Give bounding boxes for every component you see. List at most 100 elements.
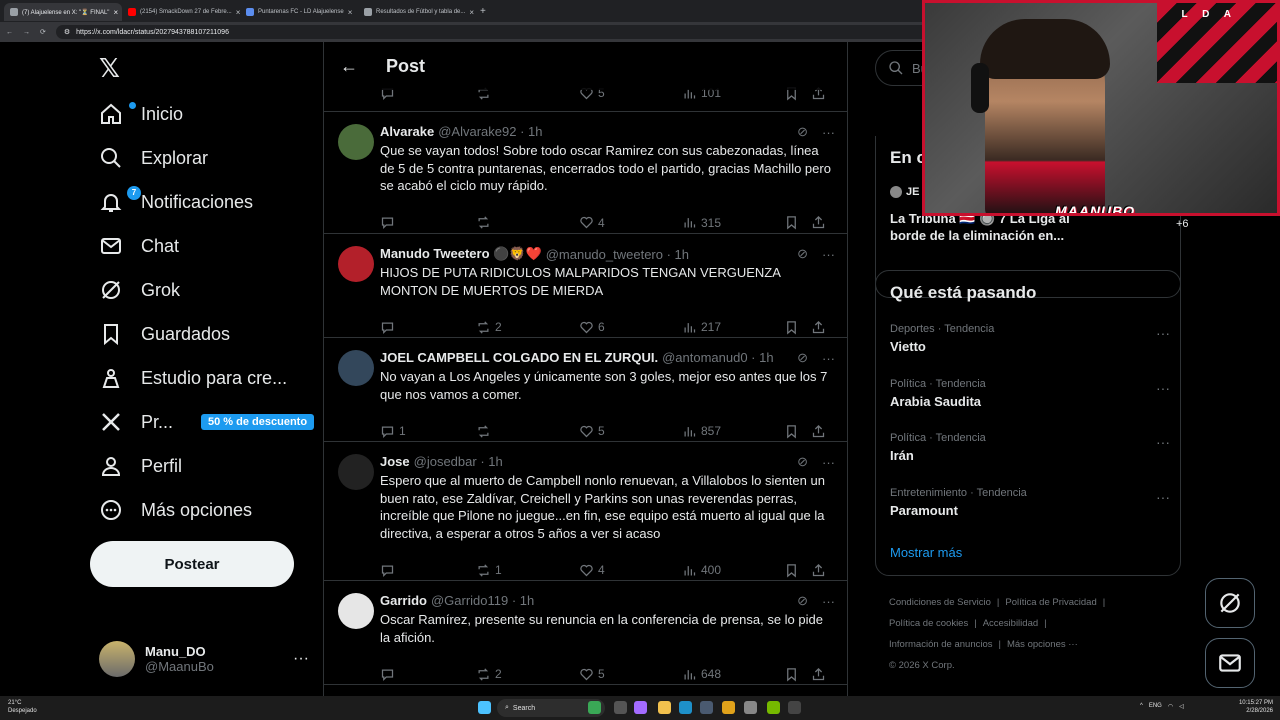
reply-tweet[interactable]: Garrido @Garrido119 · 1h ⊘ ··· Oscar Ramírez… (324, 581, 847, 685)
retweet-button[interactable] (476, 215, 495, 230)
bookmark-button[interactable] (784, 667, 799, 682)
retweet-button[interactable] (476, 424, 495, 439)
author-handle[interactable]: @josedbar · 1h (414, 454, 503, 469)
footer-link[interactable]: | (974, 618, 976, 629)
grok-icon[interactable]: ⊘ (797, 350, 808, 366)
tray-lang[interactable]: ENG (1149, 703, 1162, 710)
wifi-icon[interactable]: ◠ (1168, 703, 1173, 710)
nav-item-estudio-para-cre[interactable]: Estudio para cre... (99, 358, 287, 398)
like-button[interactable]: 4 (579, 563, 605, 578)
like-button[interactable]: 5 (579, 424, 605, 439)
grok-icon[interactable]: ⊘ (797, 246, 808, 262)
steam-icon[interactable] (700, 701, 713, 714)
nav-item-explorar[interactable]: Explorar (99, 138, 208, 178)
footer-link[interactable]: Política de cookies (889, 618, 968, 629)
more-icon[interactable]: ··· (822, 247, 835, 262)
grok-icon[interactable]: ⊘ (797, 124, 808, 140)
weather-widget[interactable]: 21°C Despejado (8, 699, 37, 715)
more-icon[interactable]: ··· (822, 455, 835, 470)
footer-link[interactable]: Más opciones ··· (1007, 639, 1078, 650)
like-button[interactable]: 5 (579, 667, 605, 682)
more-icon[interactable]: ··· (1156, 380, 1170, 396)
file-explorer-icon[interactable] (658, 701, 671, 714)
back-arrow-icon[interactable]: ← (6, 29, 13, 36)
volume-icon[interactable]: ◁ (1179, 703, 1184, 710)
footer-link[interactable]: Condiciones de Servicio (889, 597, 991, 608)
bookmark-button[interactable] (784, 320, 799, 335)
browser-tab[interactable]: (2154) SmackDown 27 de Febre... × (122, 3, 240, 21)
obs-icon[interactable] (788, 701, 801, 714)
more-icon[interactable]: ··· (293, 650, 309, 668)
x-logo-icon[interactable]: 𝕏 (99, 54, 120, 84)
retweet-button[interactable]: 1 (476, 563, 502, 578)
close-icon[interactable]: × (113, 8, 118, 17)
nav-item-grok[interactable]: Grok (99, 270, 180, 310)
like-button[interactable]: 6 (579, 320, 605, 335)
close-icon[interactable]: × (348, 8, 353, 17)
views-button[interactable]: 315 (682, 215, 721, 230)
reply-button[interactable] (380, 320, 399, 335)
reply-button[interactable] (380, 563, 399, 578)
reply-tweet[interactable]: Alvarake @Alvarake92 · 1h ⊘ ··· Que se vayan… (324, 112, 847, 234)
avatar[interactable] (338, 124, 374, 160)
grok-icon[interactable]: ⊘ (797, 454, 808, 470)
author-name[interactable]: Manudo Tweetero ⚫🦁❤️ (380, 246, 542, 262)
show-more-link[interactable]: Mostrar más (890, 545, 962, 560)
nav-item-inicio[interactable]: Inicio (99, 94, 183, 134)
footer-link[interactable]: | (1044, 618, 1046, 629)
browser-tab[interactable]: Resultados de Fútbol y tabla de... × (358, 3, 476, 21)
reply-tweet[interactable]: JOEL CAMPBELL COLGADO EN EL ZURQUI. @anto… (324, 338, 847, 442)
trend-item[interactable]: Política · Tendencia Arabia Saudita ··· (890, 378, 1170, 409)
author-handle[interactable]: @manudo_tweetero · 1h (546, 247, 689, 262)
trend-item[interactable]: Entretenimiento · Tendencia Paramount ··· (890, 487, 1170, 518)
nav-item-más-opciones[interactable]: Más opciones (99, 490, 252, 530)
forward-arrow-icon[interactable]: → (23, 29, 30, 36)
more-icon[interactable]: ··· (1156, 325, 1170, 341)
avatar[interactable] (338, 593, 374, 629)
account-switcher[interactable]: Manu_DO @MaanuBo ··· (99, 638, 309, 680)
messages-fab[interactable] (1205, 638, 1255, 688)
bookmark-button[interactable] (784, 563, 799, 578)
share-button[interactable] (811, 424, 826, 439)
footer-link[interactable]: | (999, 639, 1001, 650)
avatar[interactable] (338, 246, 374, 282)
bookmark-button[interactable] (784, 215, 799, 230)
more-icon[interactable]: ··· (1156, 489, 1170, 505)
task-view-icon[interactable] (614, 701, 627, 714)
nav-item-pr[interactable]: Pr... 50 % de descuento (99, 402, 315, 442)
footer-link[interactable]: Accesibilidad (983, 618, 1038, 629)
views-button[interactable]: 400 (682, 563, 721, 578)
nvidia-icon[interactable] (767, 701, 780, 714)
avatar[interactable] (338, 454, 374, 490)
tray-chevron-icon[interactable]: ^ (1140, 703, 1143, 710)
author-handle[interactable]: @Garrido119 · 1h (431, 593, 534, 608)
footer-link[interactable]: | (1103, 597, 1105, 608)
trend-item[interactable]: Deportes · Tendencia Vietto ··· (890, 323, 1170, 354)
nav-item-notificaciones[interactable]: 7 Notificaciones (99, 182, 253, 222)
footer-link[interactable]: Política de Privacidad (1005, 597, 1096, 608)
more-icon[interactable]: ··· (822, 125, 835, 140)
close-icon[interactable]: × (469, 8, 474, 17)
site-info-icon[interactable]: ⚙ (64, 28, 70, 36)
more-icon[interactable]: ··· (822, 351, 835, 366)
author-handle[interactable]: @Alvarake92 · 1h (438, 124, 542, 139)
author-name[interactable]: Jose (380, 454, 410, 469)
reply-button[interactable]: 1 (380, 424, 406, 439)
windows-start-icon[interactable] (478, 701, 491, 714)
reload-icon[interactable]: ⟳ (40, 28, 46, 36)
retweet-button[interactable]: 2 (476, 667, 502, 682)
discount-badge[interactable]: 50 % de descuento (201, 414, 315, 430)
post-button[interactable]: Postear (90, 541, 294, 587)
more-icon[interactable]: ··· (1156, 434, 1170, 450)
nav-item-perfil[interactable]: Perfil (99, 446, 182, 486)
like-button[interactable]: 4 (579, 215, 605, 230)
new-tab-button[interactable]: + (480, 6, 486, 17)
nav-item-guardados[interactable]: Guardados (99, 314, 230, 354)
share-button[interactable] (811, 215, 826, 230)
edge-icon[interactable] (679, 701, 692, 714)
share-button[interactable] (811, 563, 826, 578)
views-button[interactable]: 648 (682, 667, 721, 682)
reply-tweet[interactable]: Jose @josedbar · 1h ⊘ ··· Espero que al muer… (324, 442, 847, 581)
more-icon[interactable]: ··· (822, 594, 835, 609)
chrome-icon[interactable] (722, 701, 735, 714)
